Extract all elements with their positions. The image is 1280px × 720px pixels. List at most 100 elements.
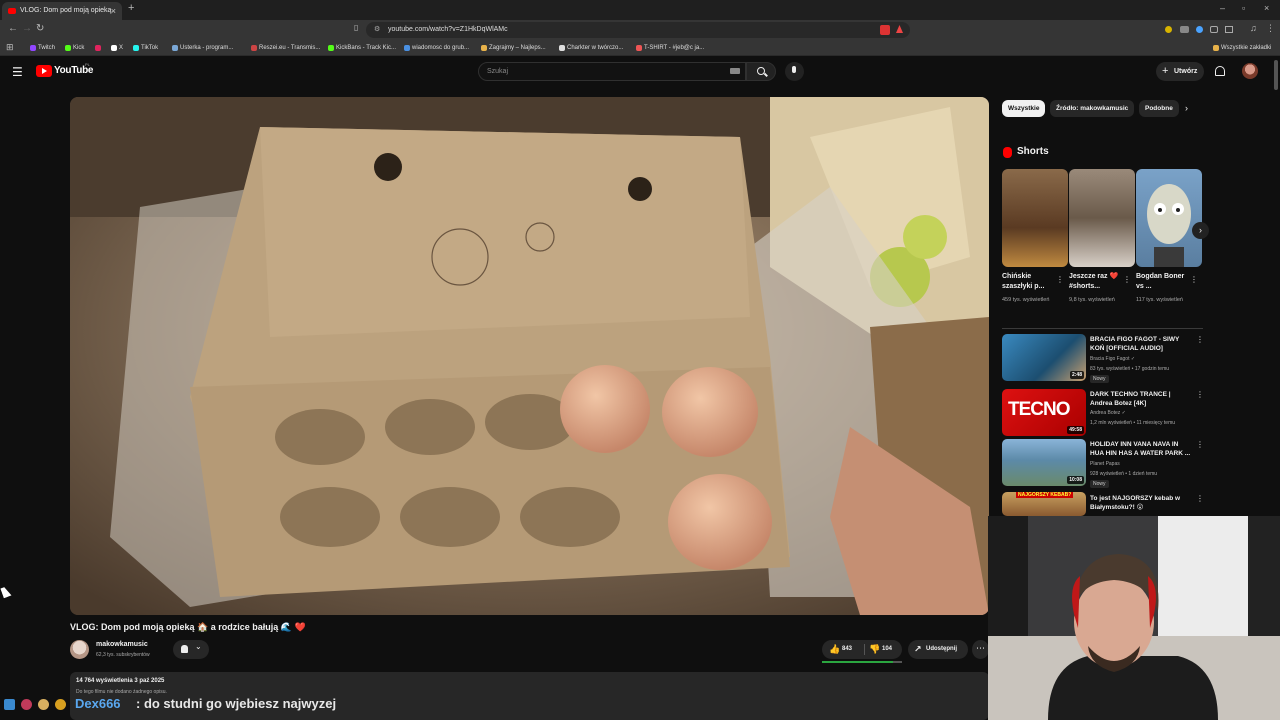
bookmark-usterka[interactable]: Usterka - program... [172,40,233,56]
short-more-icon[interactable]: ⋮ [1056,275,1064,284]
recommendation-thumbnail[interactable]: NAJGORSZY KEBAB? [1002,492,1086,516]
all-bookmarks[interactable]: Wszystkie zakładki [1213,40,1271,56]
short-thumbnail[interactable] [1002,169,1068,267]
recommendation-meta: 83 tys. wyświetleń • 17 godzin temu [1090,366,1170,372]
bookmark-reszei[interactable]: Reszei.eu - Transmis... [251,40,320,56]
bookmark-twitch[interactable]: Twitch [30,40,55,56]
back-icon[interactable]: ← [8,23,18,34]
create-button[interactable]: + Utwórz [1156,62,1204,81]
extension-icon[interactable] [1196,26,1203,33]
youtube-logo-icon[interactable] [36,65,52,77]
thumbs-up-icon[interactable]: 👍 [829,644,840,655]
apps-icon[interactable]: ⊞ [6,42,14,53]
recommendation-more-icon[interactable]: ⋮ [1196,335,1204,344]
new-tab-icon[interactable]: + [128,2,134,14]
address-bar[interactable]: ⚙ youtube.com/watch?v=Z1HkDqWlAMc [366,22,910,38]
shorts-next-button[interactable]: › [1192,222,1209,239]
recommendation-title[interactable]: DARK TECHNO TRANCE | Andrea Botez [4K] [1090,390,1192,408]
bookmark-icon [636,45,642,51]
extensions-puzzle-icon[interactable] [1210,26,1218,33]
notifications-bell-icon[interactable] [1215,66,1225,76]
recommendation-more-icon[interactable]: ⋮ [1196,440,1204,449]
bookmark-kickbans[interactable]: KickBans - Track Kic... [328,40,396,56]
close-window-icon[interactable]: × [1264,3,1269,13]
chip-all[interactable]: Wszystkie [1002,100,1046,117]
short-thumbnail[interactable] [1069,169,1135,267]
recommendation-title[interactable]: BRACIA FIGO FAGOT - SIWY KOŃ [OFFICIAL A… [1090,335,1192,353]
short-thumbnail[interactable] [1136,169,1202,267]
channel-name[interactable]: makowkamusic [96,641,148,648]
recommendation-channel[interactable]: Planet Papas [1090,461,1202,468]
recommendation-title[interactable]: To jest NAJGORSZY kebab w Białymstoku?! … [1090,494,1192,512]
scrollbar[interactable] [1274,60,1278,90]
reload-icon[interactable]: ↻ [36,23,44,34]
short-title[interactable]: Chińskie szaszłyki p... [1002,272,1056,292]
more-actions-button[interactable]: ⋯ [972,640,989,659]
new-badge: Nowy [1090,480,1109,488]
recommendation-title[interactable]: HOLIDAY INN VANA NAVA IN HUA HIN HAS A W… [1090,440,1192,458]
chevron-right-icon[interactable]: › [1185,103,1188,113]
chip-from-channel[interactable]: Źródło: makowkamusic [1050,100,1135,117]
extension-icon[interactable] [1165,26,1172,33]
streamer-webcam [988,516,1280,720]
like-ratio-fill [822,661,894,663]
bookmark-wiadomosc[interactable]: wiadomosc do grub... [404,40,469,56]
bookmark-icon[interactable]: ▯ [354,23,358,32]
channel-avatar[interactable] [70,640,89,659]
recommendation-channel[interactable]: Bracia Figo Fagot ✓ [1090,356,1202,363]
recommendation-thumbnail[interactable]: TECNO 49:58 [1002,389,1086,436]
short-more-icon[interactable]: ⋮ [1123,275,1131,284]
x-icon [111,45,117,51]
badge-icon [21,699,32,710]
video-player[interactable] [70,97,989,615]
short-title[interactable]: Bogdan Boner vs ... [1136,272,1190,292]
close-tab-icon[interactable]: × [111,2,116,20]
search-button[interactable] [746,62,776,81]
share-button[interactable]: ↗ Udostępnij [908,640,968,659]
browser-tab[interactable]: VLOG: Dom pod moją opieką × [2,2,122,20]
recommendation-more-icon[interactable]: ⋮ [1196,390,1204,399]
extension-icon[interactable] [880,25,890,35]
chat-username: Dex666 [75,696,121,711]
recommendation-channel[interactable]: Andrea Botez ✓ [1090,410,1202,417]
menu-icon[interactable]: ☰ [12,65,23,79]
chip-related[interactable]: Podobne [1139,100,1179,117]
media-icon[interactable]: ♫ [1250,23,1257,33]
bookmark-red[interactable] [95,40,103,56]
site-info-icon[interactable]: ⚙ [374,22,380,38]
mouse-cursor-icon [0,585,12,599]
maximize-icon[interactable]: ▫ [1242,3,1245,13]
dislike-count[interactable]: 104 [882,646,892,652]
bookmark-x[interactable]: X [111,40,123,56]
like-count[interactable]: 843 [842,646,852,652]
share-icon: ↗ [914,644,922,654]
account-avatar[interactable] [1242,63,1258,79]
sidepanel-icon[interactable] [1225,26,1233,33]
youtube-masthead: ☰ YouTube PL Szukaj + Utwórz [0,57,1280,87]
bookmark-kick[interactable]: Kick [65,40,84,56]
bookmark-zagrajmy[interactable]: Zagrajmy – Najleps... [481,40,546,56]
bookmark-charkter[interactable]: Charkter w twórczo... [559,40,623,56]
short-more-icon[interactable]: ⋮ [1190,275,1198,284]
extension-icon[interactable] [1180,26,1189,33]
bookmark-tiktok[interactable]: TikTok [133,40,158,56]
video-frame [70,97,989,615]
subscription-bell-button[interactable]: ⌄ [173,640,209,659]
short-title[interactable]: Jeszcze raz ❤️ #shorts... [1069,272,1123,292]
keyboard-icon[interactable] [730,68,740,74]
search-placeholder: Szukaj [487,68,509,75]
menu-icon[interactable]: ⋮ [1266,23,1275,34]
browser-tab-title: VLOG: Dom pod moją opieką [20,7,112,14]
minimize-icon[interactable]: – [1220,3,1225,13]
thumbs-down-icon[interactable]: 👎 [869,644,880,655]
recommendation-thumbnail[interactable]: 10:08 [1002,439,1086,486]
forward-icon[interactable]: → [22,23,32,34]
recommendation-thumbnail[interactable]: 2:48 [1002,334,1086,381]
recommendation-more-icon[interactable]: ⋮ [1196,494,1204,503]
search-input[interactable]: Szukaj [478,62,746,81]
kick-icon [65,45,71,51]
voice-search-icon[interactable] [785,62,804,81]
bookmark-icon [251,45,257,51]
bookmark-tshirt[interactable]: T-SHIRT - #jeb@c ja... [636,40,704,56]
description-text: Do tego filmu nie dodano żadnego opisu. [76,689,167,695]
